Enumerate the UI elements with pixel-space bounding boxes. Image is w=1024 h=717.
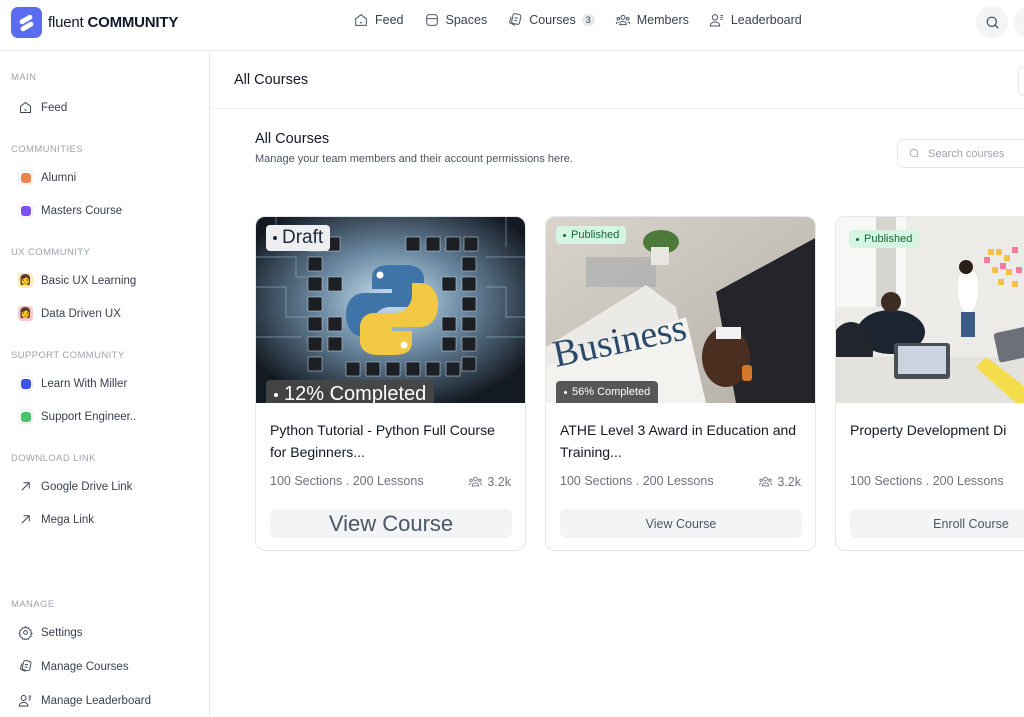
course-meta: 100 Sections . 200 Lessons	[270, 474, 424, 488]
course-thumbnail-business: Business Published 56% Completed	[546, 217, 815, 403]
topnav-feed[interactable]: Feed	[353, 12, 404, 28]
top-nav: Feed Spaces Courses 3 Members Leaderboar…	[353, 12, 802, 28]
sidebar-item-basic-ux-learning[interactable]: 👩 Basic UX Learning	[18, 273, 136, 288]
course-card[interactable]: Draft 12% Completed Python Tutorial - Py…	[255, 216, 526, 551]
sidebar-item-google-drive-link[interactable]: Google Drive Link	[18, 479, 132, 494]
search-icon	[909, 148, 919, 158]
sidebar-item-feed[interactable]: Feed	[18, 100, 67, 115]
status-badge: Published	[556, 226, 627, 244]
main-header: All Courses	[211, 52, 1024, 109]
course-meta: 100 Sections . 200 Lessons	[560, 474, 714, 488]
course-title[interactable]: Property Development Di	[850, 419, 1024, 441]
sidebar-item-data-driven-ux[interactable]: 👩 Data Driven UX	[18, 306, 121, 321]
logo-text: fluent COMMUNITY	[48, 14, 179, 31]
section-title-manage: MANAGE	[11, 599, 55, 610]
sidebar-item-settings[interactable]: Settings	[18, 625, 83, 640]
section-subtitle: Manage your team members and their accou…	[255, 153, 573, 165]
learn-with-miller-color-icon	[18, 376, 33, 391]
global-search-button[interactable]	[976, 6, 1008, 38]
avatar-icon: 👩	[18, 306, 33, 321]
topnav-spaces[interactable]: Spaces	[424, 12, 487, 28]
status-badge: Draft	[266, 225, 331, 251]
business-newspaper-photo: Business	[546, 217, 815, 403]
alumni-color-icon	[18, 170, 33, 185]
section-title-download-link: DOWNLOAD LINK	[11, 453, 96, 464]
home-icon	[20, 101, 31, 113]
sidebar-item-mega-link[interactable]: Mega Link	[18, 512, 94, 527]
section-title-ux-community: UX COMMUNITY	[11, 247, 91, 258]
course-title[interactable]: ATHE Level 3 Award in Education and Trai…	[560, 419, 805, 463]
topnav-courses[interactable]: Courses 3	[507, 12, 595, 28]
course-card[interactable]: Business Published 56% Completed ATHE Le…	[545, 216, 816, 551]
sidebar-item-support-engineer[interactable]: Support Engineer..	[18, 409, 136, 424]
gear-icon	[18, 625, 33, 640]
header-action-button[interactable]	[1018, 66, 1024, 96]
members-icon	[615, 14, 630, 26]
arrow-up-right-icon	[21, 515, 30, 524]
view-course-button[interactable]: View Course	[560, 509, 802, 538]
progress-badge: 56% Completed	[556, 381, 659, 403]
view-course-button[interactable]: View Course	[270, 509, 512, 538]
leaderboard-icon	[18, 695, 32, 707]
members-icon	[759, 476, 773, 487]
course-card[interactable]: Published Property Development Di 100 Se…	[835, 216, 1024, 551]
logo[interactable]: fluent COMMUNITY	[11, 7, 178, 38]
course-search-input[interactable]	[928, 147, 1024, 160]
home-icon	[355, 14, 367, 26]
enroll-course-button[interactable]: Enroll Course	[850, 509, 1024, 538]
logo-icon	[11, 7, 42, 38]
course-members: 3.2k	[758, 474, 801, 489]
course-thumbnail-python: Draft 12% Completed	[256, 217, 525, 403]
course-search-box[interactable]	[897, 139, 1024, 168]
masters-course-color-icon	[18, 203, 33, 218]
members-icon	[469, 476, 483, 487]
section-title-communities: COMMUNITIES	[11, 144, 83, 155]
section-title-support-community: SUPPORT COMMUNITY	[11, 350, 125, 361]
page-title: All Courses	[234, 72, 309, 88]
course-members: 3.2k	[468, 474, 511, 489]
course-thumbnail-property: Published	[836, 217, 1024, 403]
support-engineer-color-icon	[18, 409, 33, 424]
sidebar-item-alumni[interactable]: Alumni	[18, 170, 76, 185]
search-icon	[986, 16, 999, 29]
leaderboard-icon	[709, 14, 723, 27]
course-title[interactable]: Python Tutorial - Python Full Course for…	[270, 419, 515, 463]
sidebar: MAIN Feed COMMUNITIES Alumni Masters Cou…	[0, 52, 210, 717]
topnav-members[interactable]: Members	[615, 12, 689, 28]
sidebar-item-masters-course[interactable]: Masters Course	[18, 203, 122, 218]
content-area: All Courses Manage your team members and…	[211, 110, 1024, 717]
top-bar: fluent COMMUNITY Feed Spaces Courses 3 M…	[0, 0, 1024, 51]
sidebar-item-manage-courses[interactable]: Manage Courses	[18, 659, 129, 674]
section-title-main: MAIN	[11, 72, 37, 83]
courses-icon	[19, 660, 32, 672]
avatar-icon: 👩	[18, 273, 33, 288]
progress-badge: 12% Completed	[266, 380, 435, 403]
sidebar-item-manage-leaderboard[interactable]: Manage Leaderboard	[18, 693, 151, 708]
spaces-icon	[425, 14, 438, 26]
user-avatar[interactable]	[1014, 6, 1024, 38]
courses-icon	[509, 13, 522, 26]
sidebar-item-learn-with-miller[interactable]: Learn With Miller	[18, 376, 127, 391]
arrow-up-right-icon	[21, 482, 30, 491]
courses-count-badge: 3	[581, 14, 595, 26]
course-meta: 100 Sections . 200 Lessons	[850, 474, 1004, 488]
topnav-leaderboard[interactable]: Leaderboard	[709, 12, 802, 28]
status-badge: Published	[849, 230, 920, 248]
section-heading: All Courses	[255, 131, 330, 147]
